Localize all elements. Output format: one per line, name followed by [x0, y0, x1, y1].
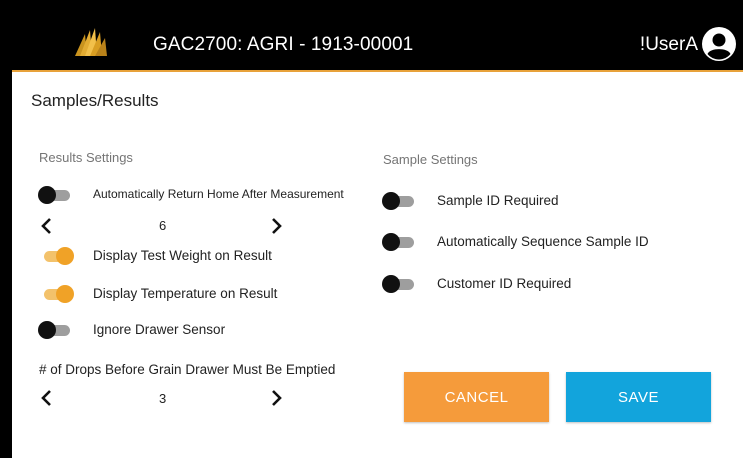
cancel-button[interactable]: CANCEL — [404, 372, 549, 422]
user-account-icon[interactable] — [701, 26, 737, 62]
sample-id-required-toggle[interactable] — [382, 192, 416, 210]
display-temperature-toggle[interactable] — [40, 285, 74, 303]
page-title: Samples/Results — [31, 91, 159, 110]
drops-increment-button[interactable] — [269, 388, 283, 408]
customer-id-required-label: Customer ID Required — [437, 276, 572, 291]
drops-before-empty-label: # of Drops Before Grain Drawer Must Be E… — [39, 362, 336, 377]
username-label[interactable]: !UserA — [640, 34, 698, 56]
auto-sequence-sample-id-label: Automatically Sequence Sample ID — [437, 234, 649, 249]
auto-return-increment-button[interactable] — [269, 216, 283, 236]
device-title: GAC2700: AGRI - 1913-00001 — [153, 34, 414, 55]
auto-return-stepper-value: 6 — [159, 218, 167, 233]
sample-settings-heading: Sample Settings — [383, 152, 478, 167]
sample-id-required-label: Sample ID Required — [437, 193, 559, 208]
drops-stepper-value: 3 — [159, 391, 167, 406]
display-temperature-label: Display Temperature on Result — [93, 286, 278, 301]
ignore-drawer-sensor-toggle[interactable] — [38, 321, 72, 339]
save-button[interactable]: SAVE — [566, 372, 711, 422]
drops-decrement-button[interactable] — [40, 388, 54, 408]
results-settings-heading: Results Settings — [39, 150, 133, 165]
ignore-drawer-sensor-label: Ignore Drawer Sensor — [93, 322, 226, 337]
auto-return-home-toggle[interactable] — [38, 186, 72, 204]
display-test-weight-label: Display Test Weight on Result — [93, 248, 272, 263]
customer-id-required-toggle[interactable] — [382, 275, 416, 293]
app-logo-icon — [73, 26, 109, 60]
auto-return-decrement-button[interactable] — [40, 216, 54, 236]
auto-return-home-label: Automatically Return Home After Measurem… — [93, 187, 344, 201]
display-test-weight-toggle[interactable] — [40, 247, 74, 265]
auto-sequence-sample-id-toggle[interactable] — [382, 233, 416, 251]
